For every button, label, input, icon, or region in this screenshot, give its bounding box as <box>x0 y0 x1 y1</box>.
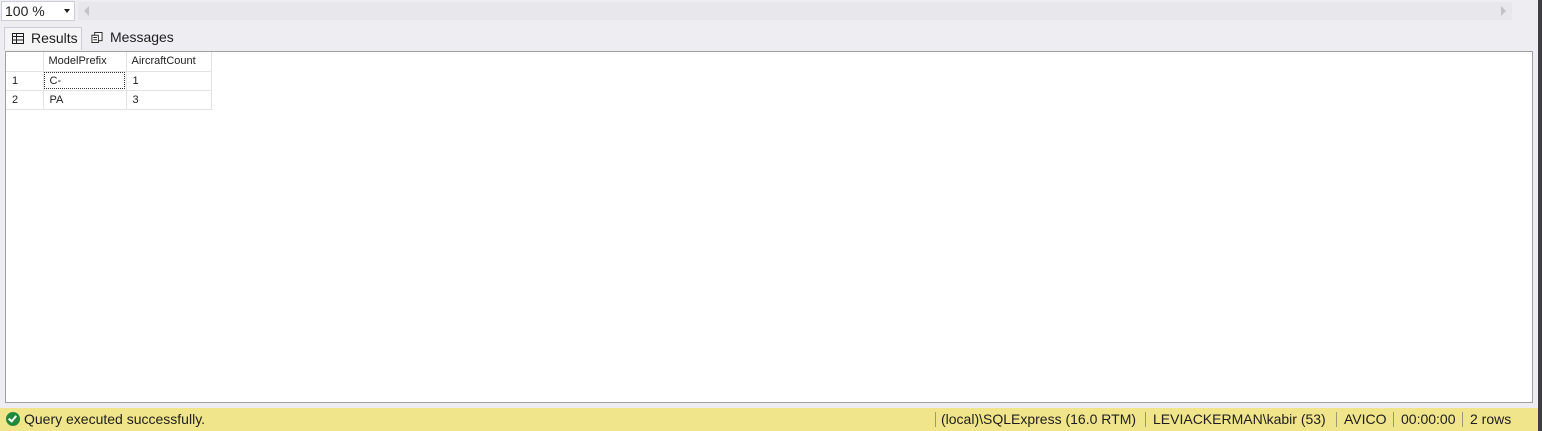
row-number[interactable]: 1 <box>6 71 44 91</box>
table-cell[interactable]: PA <box>43 90 127 110</box>
horizontal-scrollbar[interactable] <box>78 2 1512 20</box>
table-row: 1 C- 1 <box>6 71 212 91</box>
zoom-bar: 100 % <box>0 0 1542 24</box>
messages-icon <box>91 32 103 43</box>
user-info: LEVIACKERMAN\kabir (53) <box>1153 411 1326 427</box>
separator <box>935 412 936 427</box>
corner-cell[interactable] <box>6 52 44 72</box>
status-message: Query executed successfully. <box>24 411 206 427</box>
column-header[interactable]: ModelPrefix <box>43 52 127 72</box>
success-check-icon <box>6 412 20 426</box>
separator <box>1145 412 1146 427</box>
table-cell[interactable]: C- <box>43 71 127 91</box>
results-grid-panel[interactable]: ModelPrefix AircraftCount 1 C- 1 2 PA 3 <box>5 51 1533 403</box>
zoom-select[interactable]: 100 % <box>1 1 75 21</box>
window-edge <box>1538 0 1542 431</box>
scroll-right-icon[interactable] <box>1501 6 1506 16</box>
chevron-down-icon <box>64 9 70 13</box>
separator <box>1393 412 1394 427</box>
status-bar: Query executed successfully. (local)\SQL… <box>0 408 1538 431</box>
separator <box>1336 412 1337 427</box>
scroll-left-icon[interactable] <box>84 6 89 16</box>
grid-icon <box>12 33 24 44</box>
table-cell[interactable]: 1 <box>126 71 212 91</box>
table-row: 2 PA 3 <box>6 90 212 110</box>
results-grid: ModelPrefix AircraftCount 1 C- 1 2 PA 3 <box>6 52 212 110</box>
tab-messages[interactable]: Messages <box>84 27 178 50</box>
header-row: ModelPrefix AircraftCount <box>6 52 212 72</box>
table-cell[interactable]: 3 <box>126 90 212 110</box>
database-name: AVICO <box>1344 411 1387 427</box>
column-header[interactable]: AircraftCount <box>126 52 212 72</box>
row-number[interactable]: 2 <box>6 90 44 110</box>
elapsed-time: 00:00:00 <box>1401 411 1456 427</box>
server-info: (local)\SQLExpress (16.0 RTM) <box>941 411 1137 427</box>
separator <box>1462 412 1463 427</box>
row-count: 2 rows <box>1470 411 1512 427</box>
zoom-value: 100 % <box>5 3 45 19</box>
tab-results-label: Results <box>31 30 78 46</box>
tab-results[interactable]: Results <box>4 27 82 50</box>
tab-messages-label: Messages <box>110 29 174 45</box>
